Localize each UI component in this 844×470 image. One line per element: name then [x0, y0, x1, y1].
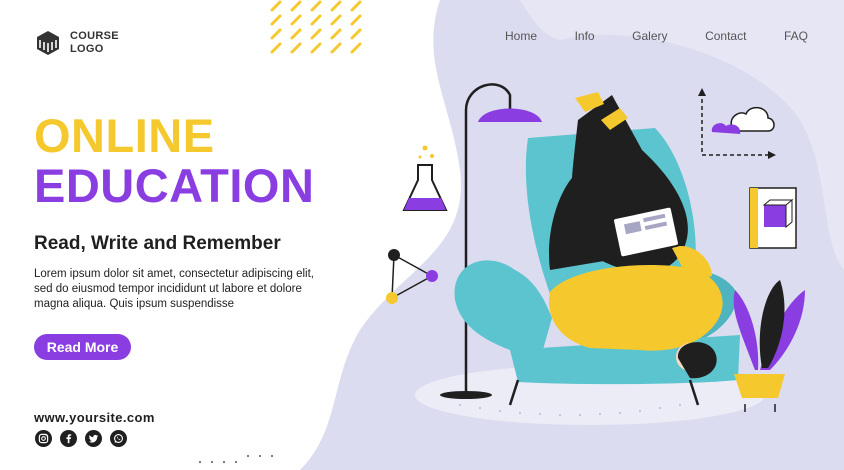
nav-galery[interactable]: Galery	[632, 29, 667, 43]
website-url[interactable]: www.yoursite.com	[34, 410, 155, 425]
nav-home[interactable]: Home	[505, 29, 537, 43]
instagram-icon[interactable]	[35, 430, 52, 447]
cube-logo-icon	[37, 31, 59, 55]
nav-info[interactable]: Info	[575, 29, 595, 43]
read-more-button[interactable]: Read More	[34, 334, 131, 360]
body-paragraph: Lorem ipsum dolor sit amet, consectetur …	[34, 268, 314, 310]
whatsapp-icon[interactable]	[110, 430, 127, 447]
main-nav: Home Info Galery Contact FAQ	[505, 29, 808, 43]
subheading: Read, Write and Remember	[34, 233, 281, 254]
twitter-icon[interactable]	[85, 430, 102, 447]
nav-faq[interactable]: FAQ	[784, 29, 808, 43]
social-links	[35, 430, 127, 447]
yellow-dashes-decoration	[270, 0, 362, 54]
facebook-icon[interactable]	[60, 430, 77, 447]
nav-contact[interactable]: Contact	[705, 29, 746, 43]
logo-line-1: COURSE	[70, 30, 119, 42]
course-logo[interactable]: COURSE LOGO	[34, 28, 119, 58]
headline-online: ONLINE	[34, 109, 215, 162]
headline-education: EDUCATION	[34, 159, 315, 212]
logo-line-2: LOGO	[70, 43, 104, 55]
logo-text: COURSE LOGO	[70, 30, 119, 56]
